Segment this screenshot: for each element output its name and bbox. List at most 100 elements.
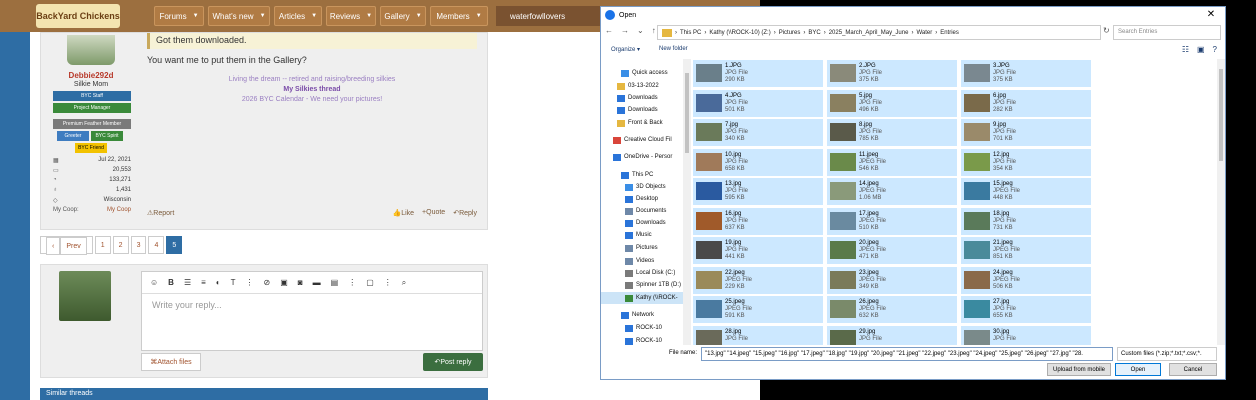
- nav-item[interactable]: 3D Objects: [601, 181, 683, 193]
- nav-item[interactable]: Downloads: [601, 104, 683, 116]
- nav-members[interactable]: Members ▼: [430, 6, 488, 26]
- more-icon[interactable]: ⋮: [384, 278, 392, 287]
- file-item[interactable]: 24.jpeg JPEG File 506 KB: [961, 266, 1091, 294]
- bold-icon[interactable]: B: [168, 278, 174, 287]
- refresh-icon[interactable]: ↻: [1103, 26, 1110, 35]
- nav-item[interactable]: This PC: [601, 169, 683, 181]
- file-item[interactable]: 25.jpeg JPEG File 591 KB: [693, 296, 823, 323]
- chevron-down-icon[interactable]: ⌄: [637, 26, 644, 35]
- file-item[interactable]: 29.jpg JPG File: [827, 325, 957, 345]
- breadcrumb-item[interactable]: Pictures: [779, 30, 801, 36]
- help-icon[interactable]: ?: [1213, 45, 1217, 54]
- preview-icon[interactable]: ⌕: [402, 278, 406, 288]
- file-item[interactable]: 2.JPG JPG File 375 KB: [827, 60, 957, 87]
- breadcrumb-item[interactable]: Water: [916, 30, 932, 36]
- nav-item[interactable]: OneDrive - Persor: [601, 151, 683, 163]
- file-item[interactable]: 23.jpeg JPEG File 349 KB: [827, 266, 957, 294]
- page-link[interactable]: 3: [130, 236, 147, 254]
- nav-forums[interactable]: Forums ▼: [154, 6, 204, 26]
- align-icon[interactable]: ≡: [201, 278, 206, 287]
- file-item[interactable]: 13.jpg JPG File 595 KB: [693, 178, 823, 205]
- attach-files-button[interactable]: ⌘ Attach files: [141, 353, 201, 371]
- post-reply-button[interactable]: ↶ Post reply: [423, 353, 483, 371]
- file-item[interactable]: 8.jpg JPG File 785 KB: [827, 119, 957, 146]
- file-item[interactable]: 9.jpg JPG File 701 KB: [961, 119, 1091, 146]
- text-size-icon[interactable]: T: [231, 278, 236, 287]
- nav-item[interactable]: Desktop: [601, 193, 683, 205]
- file-item[interactable]: 28.jpg JPG File: [693, 325, 823, 345]
- file-item[interactable]: 30.jpg JPG File: [961, 325, 1091, 345]
- site-logo[interactable]: BackYard Chickens: [36, 4, 120, 28]
- file-item[interactable]: 22.jpeg JPEG File 229 KB: [693, 266, 823, 294]
- author-avatar[interactable]: [67, 35, 115, 65]
- reply-button[interactable]: ↶Reply: [453, 209, 477, 217]
- file-item[interactable]: 10.jpg JPG File 658 KB: [693, 148, 823, 176]
- breadcrumb-item[interactable]: Entries: [940, 30, 959, 36]
- file-item[interactable]: 21.jpeg JPEG File 851 KB: [961, 237, 1091, 264]
- preview-pane-icon[interactable]: ▣: [1197, 45, 1205, 54]
- file-item[interactable]: 12.jpg JPG File 354 KB: [961, 148, 1091, 176]
- address-bar[interactable]: › This PC › Kathy (\\ROCK-10) (Z:) › Pic…: [657, 25, 1101, 40]
- file-item[interactable]: 3.JPG JPG File 375 KB: [961, 60, 1091, 87]
- reply-editor[interactable]: ☺ B ☰ ≡ ◐ T ⋮ ⊘ ▣ ◙ ▬ ▤ ⋮ ▢ ⋮ ⌕ Write yo…: [141, 271, 483, 351]
- nav-item[interactable]: Quick access: [601, 67, 683, 79]
- open-button[interactable]: Open: [1115, 363, 1161, 376]
- breadcrumb-item[interactable]: BYC: [808, 30, 820, 36]
- page-link[interactable]: 1: [94, 236, 111, 254]
- new-folder-button[interactable]: New folder: [659, 46, 688, 52]
- page-link[interactable]: 2: [112, 236, 129, 254]
- nav-item[interactable]: Downloads: [601, 217, 683, 229]
- report-button[interactable]: ⚠Report: [147, 209, 174, 217]
- nav-whats-new[interactable]: What's new ▼: [208, 6, 270, 26]
- nav-item[interactable]: Spinner 1TB (D:): [601, 279, 683, 291]
- search-input[interactable]: Search Entries: [1113, 25, 1221, 40]
- breadcrumb-item[interactable]: Kathy (\\ROCK-10) (Z:): [709, 30, 770, 36]
- nav-item[interactable]: ROCK-10: [601, 335, 683, 345]
- link-icon[interactable]: ⊘: [264, 278, 271, 287]
- file-item[interactable]: 11.jpeg JPEG File 546 KB: [827, 148, 957, 176]
- author-name[interactable]: Debbie292d: [41, 71, 141, 80]
- nav-item[interactable]: Pictures: [601, 242, 683, 254]
- quote-button[interactable]: +Quote: [422, 209, 445, 217]
- file-item[interactable]: 15.jpeg JPEG File 448 KB: [961, 178, 1091, 205]
- nav-reviews[interactable]: Reviews ▼: [326, 6, 376, 26]
- nav-item[interactable]: Kathy (\\ROCK-: [601, 292, 683, 304]
- file-item[interactable]: 14.jpeg JPEG File 1.06 MB: [827, 178, 957, 205]
- file-item[interactable]: 5.jpg JPG File 496 KB: [827, 89, 957, 117]
- nav-articles[interactable]: Articles ▼: [274, 6, 322, 26]
- signature-link[interactable]: 2026 BYC Calendar - We need your picture…: [147, 95, 477, 105]
- close-button[interactable]: ✕: [1201, 7, 1221, 23]
- camera-icon[interactable]: ◙: [298, 278, 303, 287]
- media-icon[interactable]: ▬: [313, 278, 321, 287]
- more-icon[interactable]: ⋮: [348, 278, 356, 287]
- prev-page-button[interactable]: ‹ Prev: [40, 236, 93, 255]
- file-item[interactable]: 1.JPG JPG File 290 KB: [693, 60, 823, 87]
- file-item[interactable]: 27.jpg JPG File 655 KB: [961, 296, 1091, 323]
- breadcrumb-item[interactable]: 2025_March_April_May_June: [829, 30, 909, 36]
- nav-scrollbar[interactable]: [683, 59, 691, 345]
- nav-item[interactable]: Downloads: [601, 92, 683, 104]
- emoji-icon[interactable]: ☺: [150, 278, 158, 287]
- file-scrollbar-thumb[interactable]: [1219, 69, 1223, 161]
- nav-item[interactable]: Front & Back: [601, 117, 683, 129]
- file-type-select[interactable]: Custom files (*.zip;*.txt;*.csv;*.: [1117, 347, 1217, 361]
- save-draft-icon[interactable]: ▢: [366, 278, 374, 287]
- file-item[interactable]: 6.jpg JPG File 282 KB: [961, 89, 1091, 117]
- more-icon[interactable]: ⋮: [246, 278, 254, 287]
- upload-mobile-button[interactable]: Upload from mobile: [1047, 363, 1111, 376]
- signature-link[interactable]: My Silkies thread: [147, 85, 477, 95]
- nav-scrollbar-thumb[interactable]: [685, 73, 689, 153]
- file-item[interactable]: 17.jpeg JPEG File 510 KB: [827, 207, 957, 235]
- file-scrollbar[interactable]: [1217, 59, 1225, 345]
- back-arrow-icon[interactable]: ←: [605, 26, 613, 35]
- file-item[interactable]: 19.jpg JPG File 441 KB: [693, 237, 823, 264]
- list-icon[interactable]: ☰: [184, 278, 191, 287]
- color-icon[interactable]: ◐: [216, 278, 221, 287]
- up-arrow-icon[interactable]: ↑: [652, 26, 656, 35]
- breadcrumb-item[interactable]: This PC: [680, 30, 701, 36]
- file-item[interactable]: 16.jpg JPG File 637 KB: [693, 207, 823, 235]
- user-menu[interactable]: waterfowllovers: [496, 6, 606, 26]
- nav-item[interactable]: ROCK-10: [601, 322, 683, 334]
- nav-item[interactable]: Videos: [601, 255, 683, 267]
- image-icon[interactable]: ▣: [280, 278, 288, 287]
